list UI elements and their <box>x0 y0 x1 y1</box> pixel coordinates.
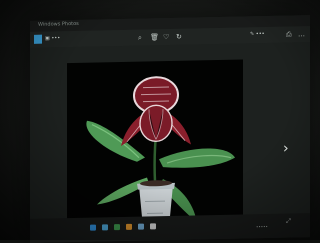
next-photo-arrow[interactable]: › <box>283 141 289 157</box>
zoom-icon[interactable]: ⌕ <box>138 30 142 46</box>
taskbar-app-icon-2[interactable] <box>114 224 120 231</box>
more-icon[interactable]: … <box>298 26 305 42</box>
delete-icon[interactable]: 🗑 <box>150 29 159 45</box>
taskbar-app-icon-5[interactable] <box>150 223 156 230</box>
app-title: Windows Photos <box>38 20 79 28</box>
expand-icon[interactable]: ⤢ <box>286 217 291 225</box>
taskbar-start-icon[interactable] <box>90 224 96 231</box>
right-leaf <box>159 148 235 168</box>
taskbar-app-icon-4[interactable] <box>138 223 144 230</box>
orchid-photo <box>67 59 243 240</box>
taskbar-app-icon-1[interactable] <box>102 224 108 231</box>
favorite-icon[interactable]: ♡ <box>163 29 169 45</box>
projected-photos-window: Windows Photos ▣ ••• ⌕ 🗑 ♡ ↻ ✎ ••• ⎙ … ›… <box>30 15 310 243</box>
photo-viewer: › <box>30 42 310 240</box>
share-icon[interactable]: ⎙ <box>286 26 292 42</box>
toolbar-left-label[interactable]: ▣ ••• <box>45 33 60 44</box>
taskbar-clock: ••••• <box>256 223 268 230</box>
toolbar-right-label[interactable]: ✎ ••• <box>250 29 265 40</box>
app-logo-icon <box>34 34 42 44</box>
taskbar-app-icon-3[interactable] <box>126 223 132 230</box>
rotate-icon[interactable]: ↻ <box>176 29 182 45</box>
